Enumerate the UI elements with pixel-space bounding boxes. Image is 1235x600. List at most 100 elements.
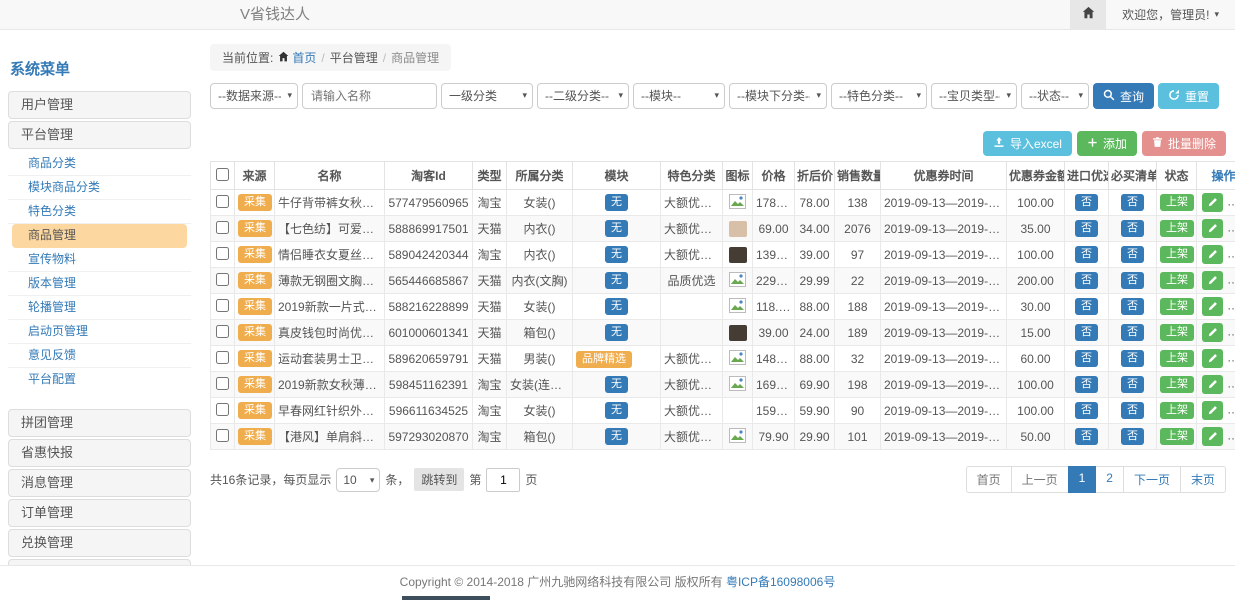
sidebar-group-item[interactable]: 平台管理 xyxy=(8,121,191,149)
import-optimal-badge[interactable]: 否 xyxy=(1075,272,1098,290)
import-optimal-badge[interactable]: 否 xyxy=(1075,298,1098,316)
sidebar-group-item[interactable]: 省惠快报 xyxy=(8,439,191,467)
page-button[interactable]: 上一页 xyxy=(1011,466,1069,493)
breadcrumb: 当前位置: 首页 / 平台管理 / 商品管理 xyxy=(210,44,451,71)
import-excel-button[interactable]: 导入excel xyxy=(983,131,1072,156)
edit-button[interactable] xyxy=(1202,245,1223,264)
edit-button[interactable] xyxy=(1202,349,1223,368)
edit-button[interactable] xyxy=(1202,401,1223,420)
row-checkbox[interactable] xyxy=(216,429,229,442)
sidebar-subitem[interactable]: 平台配置 xyxy=(8,368,191,392)
import-optimal-badge[interactable]: 否 xyxy=(1075,428,1098,446)
status-badge[interactable]: 上架 xyxy=(1160,272,1194,290)
row-checkbox[interactable] xyxy=(216,195,229,208)
import-optimal-badge[interactable]: 否 xyxy=(1075,376,1098,394)
row-checkbox[interactable] xyxy=(216,351,229,364)
page-button[interactable]: 下一页 xyxy=(1123,466,1181,493)
must-buy-badge[interactable]: 否 xyxy=(1121,350,1144,368)
sidebar-subitem[interactable]: 商品管理 xyxy=(12,224,187,248)
must-buy-badge[interactable]: 否 xyxy=(1121,272,1144,290)
page-button[interactable]: 首页 xyxy=(966,466,1012,493)
import-optimal-badge[interactable]: 否 xyxy=(1075,324,1098,342)
edit-button[interactable] xyxy=(1202,323,1223,342)
row-checkbox[interactable] xyxy=(216,325,229,338)
row-checkbox[interactable] xyxy=(216,273,229,286)
status-badge[interactable]: 上架 xyxy=(1160,298,1194,316)
must-buy-badge[interactable]: 否 xyxy=(1121,376,1144,394)
sidebar-subitem[interactable]: 商品分类 xyxy=(8,152,191,176)
page-button[interactable]: 末页 xyxy=(1180,466,1226,493)
sidebar-group-item[interactable]: 订单管理 xyxy=(8,499,191,527)
status-badge[interactable]: 上架 xyxy=(1160,194,1194,212)
home-icon xyxy=(278,51,289,65)
add-button[interactable]: 添加 xyxy=(1077,131,1137,156)
edit-button[interactable] xyxy=(1202,427,1223,446)
import-optimal-badge[interactable]: 否 xyxy=(1075,194,1098,212)
item-type-select[interactable]: --宝贝类型-- xyxy=(931,83,1017,109)
edit-button[interactable] xyxy=(1202,193,1223,212)
level1-category-select[interactable]: 一级分类 xyxy=(441,83,533,109)
select-all-checkbox[interactable] xyxy=(216,168,229,181)
must-buy-badge[interactable]: 否 xyxy=(1121,298,1144,316)
import-optimal-badge[interactable]: 否 xyxy=(1075,246,1098,264)
feature-category-select[interactable]: --特色分类-- xyxy=(831,83,927,109)
row-checkbox[interactable] xyxy=(216,377,229,390)
must-buy-badge[interactable]: 否 xyxy=(1121,220,1144,238)
taoke-id: 589620659791 xyxy=(385,346,473,372)
data-source-select[interactable]: --数据来源-- xyxy=(210,83,298,109)
product-icon-cell xyxy=(723,346,753,372)
edit-button[interactable] xyxy=(1202,297,1223,316)
search-button[interactable]: 查询 xyxy=(1093,83,1154,109)
status-select[interactable]: --状态-- xyxy=(1021,83,1089,109)
sidebar-subitem[interactable]: 特色分类 xyxy=(8,200,191,224)
module-subcategory-select[interactable]: --模块下分类-- xyxy=(729,83,827,109)
must-buy-badge[interactable]: 否 xyxy=(1121,246,1144,264)
name-search-input[interactable] xyxy=(302,83,437,109)
row-checkbox[interactable] xyxy=(216,299,229,312)
reset-button[interactable]: 重置 xyxy=(1158,83,1219,109)
import-optimal-badge[interactable]: 否 xyxy=(1075,350,1098,368)
level2-category-select[interactable]: --二级分类-- xyxy=(537,83,629,109)
status-badge[interactable]: 上架 xyxy=(1160,220,1194,238)
breadcrumb-home-link[interactable]: 首页 xyxy=(278,49,316,66)
breadcrumb-item-platform[interactable]: 平台管理 xyxy=(330,49,378,66)
must-buy-badge[interactable]: 否 xyxy=(1121,194,1144,212)
sidebar-group-item[interactable]: 消息管理 xyxy=(8,469,191,497)
sidebar-subitem[interactable]: 版本管理 xyxy=(8,272,191,296)
status-badge[interactable]: 上架 xyxy=(1160,324,1194,342)
edit-button[interactable] xyxy=(1202,219,1223,238)
page-button[interactable]: 1 xyxy=(1068,466,1097,493)
sidebar-subitem[interactable]: 模块商品分类 xyxy=(8,176,191,200)
must-buy-badge[interactable]: 否 xyxy=(1121,402,1144,420)
home-button[interactable] xyxy=(1070,0,1106,29)
import-optimal-badge[interactable]: 否 xyxy=(1075,220,1098,238)
module-select[interactable]: --模块-- xyxy=(633,83,725,109)
sidebar-group-item[interactable]: 拼团管理 xyxy=(8,409,191,437)
sidebar-subitem[interactable]: 意见反馈 xyxy=(8,344,191,368)
jump-button[interactable]: 跳转到 xyxy=(414,468,464,491)
status-badge[interactable]: 上架 xyxy=(1160,402,1194,420)
user-menu[interactable]: 欢迎您，管理员! ▾ xyxy=(1106,0,1235,29)
status-badge[interactable]: 上架 xyxy=(1160,246,1194,264)
sidebar-group-item[interactable]: 兑换管理 xyxy=(8,529,191,557)
row-checkbox[interactable] xyxy=(216,247,229,260)
batch-delete-button[interactable]: 批量删除 xyxy=(1142,131,1226,156)
sidebar-subitem[interactable]: 轮播管理 xyxy=(8,296,191,320)
page-button[interactable]: 2 xyxy=(1095,466,1124,493)
sidebar-subitem[interactable]: 启动页管理 xyxy=(8,320,191,344)
status-badge[interactable]: 上架 xyxy=(1160,350,1194,368)
must-buy-badge[interactable]: 否 xyxy=(1121,428,1144,446)
sidebar-group-item[interactable]: 用户管理 xyxy=(8,91,191,119)
import-optimal-badge[interactable]: 否 xyxy=(1075,402,1098,420)
per-page-select[interactable]: 10 xyxy=(336,468,380,492)
status-badge[interactable]: 上架 xyxy=(1160,376,1194,394)
sidebar-subitem[interactable]: 宣传物料 xyxy=(8,248,191,272)
edit-button[interactable] xyxy=(1202,271,1223,290)
row-checkbox[interactable] xyxy=(216,221,229,234)
row-checkbox[interactable] xyxy=(216,403,229,416)
page-number-input[interactable] xyxy=(486,468,520,492)
must-buy-badge[interactable]: 否 xyxy=(1121,324,1144,342)
icp-link[interactable]: 粤ICP备16098006号 xyxy=(726,575,835,589)
status-badge[interactable]: 上架 xyxy=(1160,428,1194,446)
edit-button[interactable] xyxy=(1202,375,1223,394)
